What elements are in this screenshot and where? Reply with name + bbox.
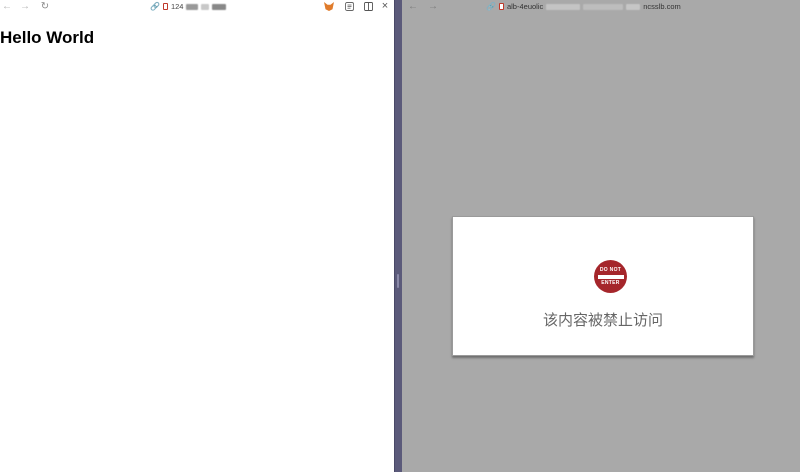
redacted-url-block <box>186 3 199 10</box>
security-badge-icon <box>162 3 168 10</box>
reload-icon[interactable]: ↻ <box>40 0 50 13</box>
reader-icon[interactable] <box>344 0 354 13</box>
left-toolbar: ← → ↻ 🔗 124 × <box>0 0 394 13</box>
right-address-bar[interactable]: 🔗 alb-4euolic ncsslb.com <box>486 0 681 13</box>
redacted-url-block <box>212 3 227 10</box>
right-pane: ← → 🔗 alb-4euolic ncsslb.com DO NOT ENTE… <box>402 0 800 472</box>
sign-top-text: DO NOT <box>599 266 622 273</box>
left-address-bar[interactable]: 🔗 124 <box>150 0 227 13</box>
browser-window: ← → ↻ 🔗 124 × Hello World ← → 🔗 alb-4euo… <box>0 0 800 472</box>
link-icon: 🔗 <box>486 2 496 11</box>
right-url-start: alb-4euolic <box>506 2 544 11</box>
right-url-end: ncsslb.com <box>643 2 681 11</box>
split-divider[interactable] <box>394 0 402 472</box>
arrow-right-icon[interactable]: → <box>20 0 30 13</box>
arrow-left-icon[interactable]: ← <box>408 0 418 13</box>
access-denied-card: DO NOT ENTER 该内容被禁止访问 <box>452 216 754 356</box>
split-view-icon[interactable] <box>363 0 373 13</box>
sign-bar <box>597 274 624 279</box>
link-icon: 🔗 <box>150 2 160 11</box>
access-denied-message: 该内容被禁止访问 <box>542 311 663 329</box>
divider-grip-handle[interactable] <box>397 274 399 288</box>
redacted-url-block <box>626 3 641 10</box>
sign-bottom-text: ENTER <box>601 279 620 286</box>
left-url-text: 124 <box>170 2 184 11</box>
arrow-left-icon[interactable]: ← <box>2 0 12 13</box>
redacted-url-block <box>546 3 581 10</box>
arrow-right-icon[interactable]: → <box>428 0 438 13</box>
page-heading: Hello World <box>0 28 95 47</box>
left-pane: ← → ↻ 🔗 124 × Hello World <box>0 0 394 472</box>
security-badge-icon <box>498 3 504 10</box>
redacted-url-block <box>583 3 624 10</box>
redacted-url-block <box>201 3 210 10</box>
close-icon[interactable]: × <box>380 0 390 13</box>
fox-extension-icon[interactable] <box>324 0 334 13</box>
do-not-enter-icon: DO NOT ENTER <box>594 260 627 293</box>
right-toolbar: ← → 🔗 alb-4euolic ncsslb.com <box>402 0 800 13</box>
